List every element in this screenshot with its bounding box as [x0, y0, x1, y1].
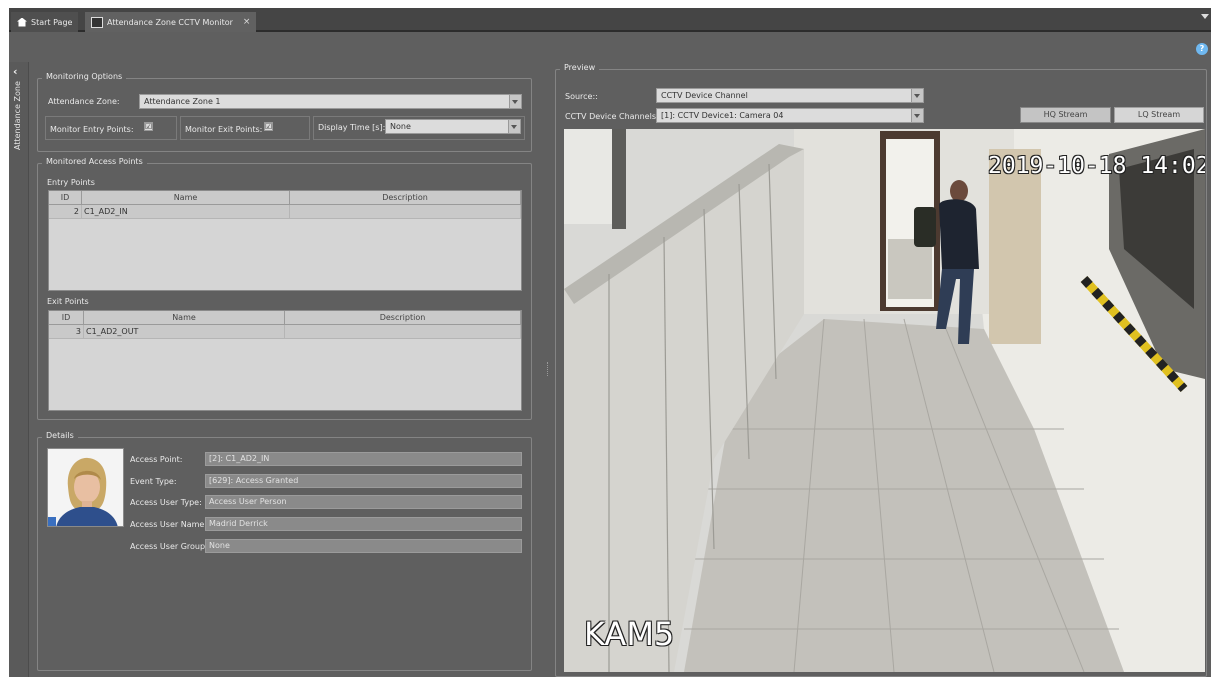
hq-stream-button[interactable]: HQ Stream	[1020, 107, 1111, 123]
cell-description	[285, 325, 521, 339]
access-user-type-field: Access User Person	[205, 495, 522, 509]
display-time-select[interactable]: None	[385, 119, 521, 134]
tab-attendance-zone-cctv-monitor[interactable]: Attendance Zone CCTV Monitor ×	[85, 12, 257, 32]
video-timestamp: 2019-10-18 14:02:45	[988, 153, 1205, 179]
monitor-icon	[91, 16, 103, 28]
event-type-field: [629]: Access Granted	[205, 474, 522, 488]
event-type-label: Event Type:	[130, 477, 177, 486]
table-row[interactable]: 3 C1_AD2_OUT	[49, 325, 521, 339]
access-user-name-label: Access User Name:	[130, 520, 208, 529]
tab-label: Attendance Zone CCTV Monitor	[107, 17, 233, 27]
chevron-down-icon	[911, 89, 923, 102]
cell-name: C1_AD2_IN	[82, 205, 290, 219]
column-header-id[interactable]: ID	[49, 191, 82, 205]
cell-id: 3	[49, 325, 84, 339]
access-user-name-field: Madrid Derrick	[205, 517, 522, 531]
user-photo-image	[48, 449, 123, 526]
monitoring-options-title: Monitoring Options	[42, 72, 127, 81]
panel-splitter[interactable]	[547, 362, 549, 376]
entry-points-title: Entry Points	[47, 178, 95, 187]
exit-points-title: Exit Points	[47, 297, 89, 306]
close-icon[interactable]: ×	[243, 17, 251, 27]
access-user-group-field: None	[205, 539, 522, 553]
source-value: CCTV Device Channel	[661, 91, 748, 100]
preview-title: Preview	[560, 63, 600, 72]
cctv-device-channels-label: CCTV Device Channels:	[565, 112, 659, 121]
attendance-zone-select[interactable]: Attendance Zone 1	[139, 94, 522, 109]
cctv-video-feed[interactable]: 2019-10-18 14:02:45 KAM5	[564, 129, 1205, 672]
cell-description	[290, 205, 521, 219]
exit-points-table[interactable]: ID Name Description 3 C1_AD2_OUT	[48, 310, 522, 411]
user-photo	[47, 448, 124, 527]
column-header-name[interactable]: Name	[82, 191, 290, 205]
column-header-id[interactable]: ID	[49, 311, 84, 325]
monitor-exit-points-checkbox[interactable]: ☑	[264, 122, 273, 131]
tab-label: Start Page	[31, 17, 73, 27]
access-user-type-label: Access User Type:	[130, 498, 202, 507]
collapse-arrow-icon[interactable]: ‹	[13, 65, 18, 78]
column-header-description[interactable]: Description	[290, 191, 521, 205]
home-icon	[17, 17, 27, 27]
access-point-field: [2]: C1_AD2_IN	[205, 452, 522, 466]
cell-id: 2	[49, 205, 82, 219]
monitor-entry-points-checkbox[interactable]: ☑	[144, 122, 153, 131]
display-time-label: Display Time [s]:	[318, 123, 386, 132]
attendance-zone-sidebar[interactable]	[9, 62, 29, 677]
cell-name: C1_AD2_OUT	[84, 325, 285, 339]
cctv-device-channels-select[interactable]: [1]: CCTV Device1: Camera 04	[656, 108, 924, 123]
access-user-group-label: Access User Group:	[130, 542, 208, 551]
tab-start-page[interactable]: Start Page	[11, 12, 79, 32]
chevron-down-icon	[508, 120, 520, 133]
sidebar-label: Attendance Zone	[13, 81, 22, 150]
display-time-value: None	[390, 122, 411, 131]
tab-bar: Start Page Attendance Zone CCTV Monitor …	[9, 8, 1211, 32]
cctv-device-channels-value: [1]: CCTV Device1: Camera 04	[661, 111, 784, 120]
tab-list-dropdown-icon[interactable]	[1201, 14, 1209, 19]
attendance-zone-value: Attendance Zone 1	[144, 97, 221, 106]
chevron-down-icon	[911, 109, 923, 122]
details-title: Details	[42, 431, 78, 440]
monitor-exit-points-label: Monitor Exit Points:	[185, 125, 263, 134]
access-point-label: Access Point:	[130, 455, 183, 464]
source-select[interactable]: CCTV Device Channel	[656, 88, 924, 103]
entry-points-table[interactable]: ID Name Description 2 C1_AD2_IN	[48, 190, 522, 291]
column-header-name[interactable]: Name	[84, 311, 285, 325]
monitoring-options-group	[37, 78, 532, 152]
lq-stream-button[interactable]: LQ Stream	[1114, 107, 1204, 123]
camera-label: KAM5	[584, 615, 675, 653]
column-header-description[interactable]: Description	[285, 311, 521, 325]
camera-scene	[564, 129, 1205, 672]
help-icon[interactable]: ?	[1196, 43, 1208, 55]
monitor-entry-points-label: Monitor Entry Points:	[50, 125, 134, 134]
source-label: Source::	[565, 92, 598, 101]
attendance-zone-label: Attendance Zone:	[48, 97, 120, 106]
table-row[interactable]: 2 C1_AD2_IN	[49, 205, 521, 219]
monitored-access-points-title: Monitored Access Points	[42, 157, 147, 166]
chevron-down-icon	[509, 95, 521, 108]
